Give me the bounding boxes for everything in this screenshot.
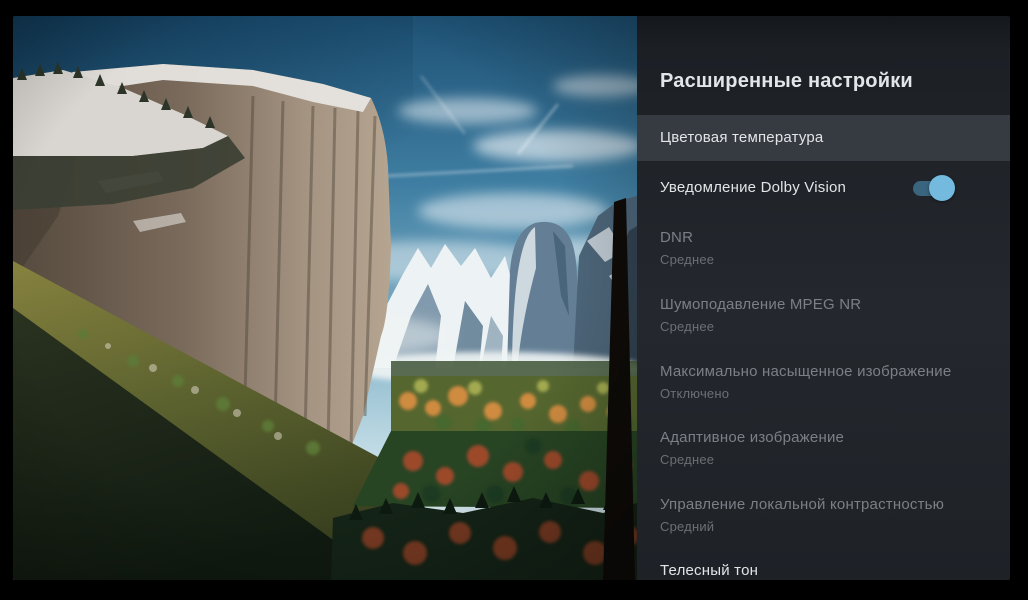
item-label: Шумоподавление MPEG NR [660,296,862,313]
item-label: Максимально насыщенное изображение [660,363,952,380]
tv-screen: Расширенные настройки Цветовая температу… [13,16,1010,580]
page-title: Расширенные настройки [660,70,913,92]
settings-item-max-vivid-picture: Максимально насыщенное изображение Отклю… [637,349,1010,415]
item-label: Уведомление Dolby Vision [660,179,847,196]
settings-item-adaptive-picture: Адаптивное изображение Среднее [637,415,1010,481]
settings-item-dolby-vision-notification[interactable]: Уведомление Dolby Vision [637,161,1010,215]
item-value: Среднее [660,319,715,334]
tv-frame: Расширенные настройки Цветовая температу… [0,0,1028,600]
item-label: DNR [660,229,694,246]
item-label: Цветовая температура [660,129,824,146]
item-value: Среднее [660,452,715,467]
toggle-thumb [929,175,955,201]
yosemite-photo [13,16,637,580]
item-value: Отключено [660,386,730,401]
dolby-vision-toggle[interactable] [913,175,955,201]
settings-item-color-temperature[interactable]: Цветовая температура [637,115,1010,161]
advanced-settings-panel: Расширенные настройки Цветовая температу… [637,16,1010,580]
item-value: Среднее [660,252,715,267]
settings-item-flesh-tone[interactable]: Телесный тон [637,548,1010,580]
settings-item-mpeg-nr: Шумоподавление MPEG NR Среднее [637,282,1010,348]
settings-item-local-contrast-control: Управление локальной контрастностью Сред… [637,482,1010,548]
settings-item-dnr: DNR Среднее [637,215,1010,281]
item-label: Управление локальной контрастностью [660,496,945,513]
item-value: Средний [660,519,715,534]
item-label: Телесный тон [660,562,759,579]
item-label: Адаптивное изображение [660,429,845,446]
